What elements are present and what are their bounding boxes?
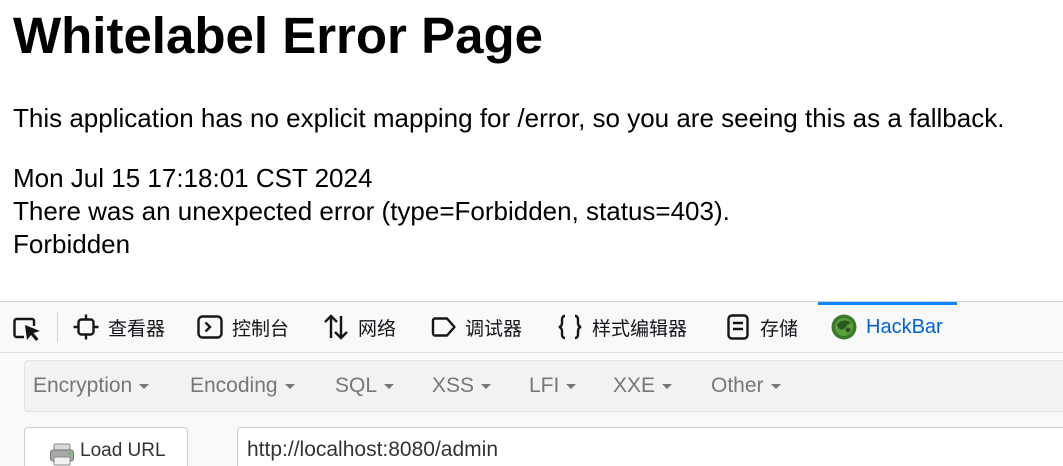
load-url-label: Load URL [80,440,166,461]
caret-down-icon [139,383,150,389]
caret-down-icon [566,383,577,389]
menu-sql[interactable]: SQL [335,361,395,411]
menu-encoding[interactable]: Encoding [190,361,295,411]
menu-other[interactable]: Other [711,361,781,411]
storage-icon [727,314,749,340]
menu-lfi[interactable]: LFI [529,361,577,411]
tab-hackbar[interactable]: HackBar [818,302,957,352]
inspector-icon [73,314,99,340]
hackbar-menu-bar: Encryption Encoding SQL XSS LFI XXE Othe… [24,360,1063,412]
page-title: Whitelabel Error Page [13,7,543,64]
error-details: Mon Jul 15 17:18:01 CST 2024 There was a… [13,162,730,261]
tab-label: 网络 [358,317,397,340]
tab-inspector[interactable]: 查看器 [72,302,165,352]
caret-down-icon [284,383,295,389]
error-timestamp: Mon Jul 15 17:18:01 CST 2024 [13,163,373,193]
hackbar-icon [831,314,857,340]
menu-label: Other [711,374,764,397]
browser-page: Whitelabel Error Page This application h… [0,0,1063,466]
menu-label: Encoding [190,374,278,397]
error-description: This application has no explicit mapping… [13,103,1005,133]
load-url-icon [50,443,74,466]
tab-style-editor[interactable]: 样式编辑器 [556,302,687,352]
devtools-panel: 查看器 控制台 网络 调试器 样式编辑器 存储 HackBar Encrypti… [0,301,1063,466]
error-reason: Forbidden [13,229,131,259]
console-icon [197,315,223,339]
debugger-icon [431,317,456,337]
devtools-toolbar: 查看器 控制台 网络 调试器 样式编辑器 存储 HackBar [0,302,1063,353]
caret-down-icon [662,383,673,389]
url-input[interactable] [237,427,1063,466]
menu-label: Encryption [33,374,133,397]
menu-xss[interactable]: XSS [432,361,492,411]
element-picker-button[interactable] [10,313,46,343]
tab-label: 查看器 [108,317,166,340]
menu-label: LFI [529,374,560,397]
caret-down-icon [384,383,395,389]
tab-label: 存储 [760,317,799,340]
menu-xxe[interactable]: XXE [613,361,673,411]
toolbar-divider [57,312,58,342]
tab-network[interactable]: 网络 [322,302,396,352]
caret-down-icon [770,383,781,389]
tab-storage[interactable]: 存储 [724,302,798,352]
element-picker-icon [13,317,40,341]
menu-encryption[interactable]: Encryption [33,361,150,411]
tab-label: 调试器 [465,317,523,340]
menu-label: XSS [432,374,475,397]
load-url-button[interactable]: Load URL [24,427,188,466]
menu-label: SQL [335,374,378,397]
network-icon [324,314,348,340]
tab-label: 样式编辑器 [592,317,688,340]
caret-down-icon [481,383,492,389]
tab-label: 控制台 [232,317,290,340]
menu-label: XXE [613,374,656,397]
tab-label: HackBar [866,315,943,338]
error-message: There was an unexpected error (type=Forb… [13,196,730,226]
style-editor-icon [558,314,582,340]
tab-debugger[interactable]: 调试器 [429,302,522,352]
tab-console[interactable]: 控制台 [196,302,289,352]
